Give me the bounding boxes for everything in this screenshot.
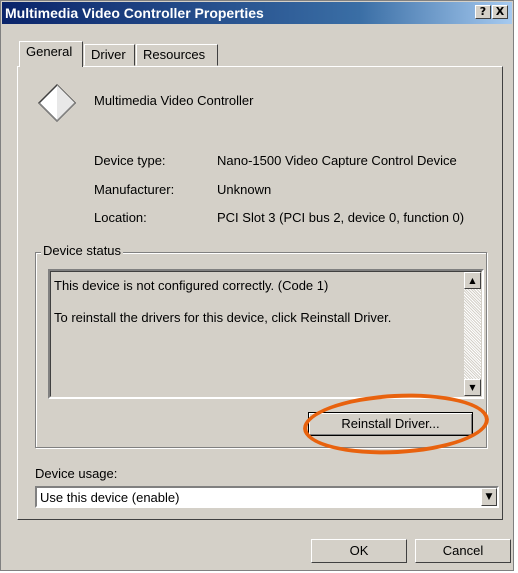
close-icon: X: [495, 5, 505, 18]
reinstall-driver-button[interactable]: Reinstall Driver...: [308, 412, 473, 436]
tab-label: General: [26, 44, 73, 59]
status-line-2: To reinstall the drivers for this device…: [54, 310, 392, 325]
help-button[interactable]: ?: [475, 5, 491, 19]
manufacturer-value: Unknown: [217, 182, 272, 197]
cancel-label: Cancel: [442, 543, 484, 558]
device-usage-value: Use this device (enable): [40, 490, 180, 505]
tab-label: Driver: [91, 47, 126, 62]
device-name: Multimedia Video Controller: [94, 93, 254, 108]
device-diamond-icon: [37, 83, 77, 123]
window-title: Multimedia Video Controller Properties: [5, 5, 264, 21]
title-bar[interactable]: Multimedia Video Controller Properties: [2, 2, 512, 24]
manufacturer-label: Manufacturer:: [94, 182, 175, 197]
tab-general[interactable]: General: [19, 41, 83, 67]
scroll-up-arrow-icon[interactable]: ▲: [464, 272, 481, 289]
device-usage-label: Device usage:: [35, 466, 118, 481]
chevron-down-icon[interactable]: ▼: [481, 488, 497, 506]
close-button[interactable]: X: [492, 5, 508, 19]
location-label: Location:: [94, 210, 147, 225]
device-status-legend: Device status: [41, 243, 124, 258]
device-type-value: Nano-1500 Video Capture Control Device: [217, 153, 457, 168]
device-type-label: Device type:: [94, 153, 166, 168]
location-value: PCI Slot 3 (PCI bus 2, device 0, functio…: [217, 210, 465, 225]
ok-button[interactable]: OK: [311, 539, 407, 563]
device-usage-select[interactable]: Use this device (enable) ▼: [35, 486, 499, 508]
device-status-textbox[interactable]: This device is not configured correctly.…: [48, 269, 484, 399]
reinstall-driver-label: Reinstall Driver...: [341, 416, 440, 431]
scroll-down-arrow-icon[interactable]: ▼: [464, 379, 481, 396]
cancel-button[interactable]: Cancel: [415, 539, 511, 563]
ok-label: OK: [349, 543, 369, 558]
status-scrollbar[interactable]: ▲ ▼: [464, 272, 481, 396]
tab-label: Resources: [143, 47, 206, 62]
status-line-1: This device is not configured correctly.…: [54, 278, 329, 293]
properties-dialog: Multimedia Video Controller Properties ?…: [0, 0, 514, 571]
tab-resources[interactable]: Resources: [136, 44, 218, 66]
help-icon: ?: [479, 5, 487, 18]
tab-driver[interactable]: Driver: [84, 44, 135, 66]
